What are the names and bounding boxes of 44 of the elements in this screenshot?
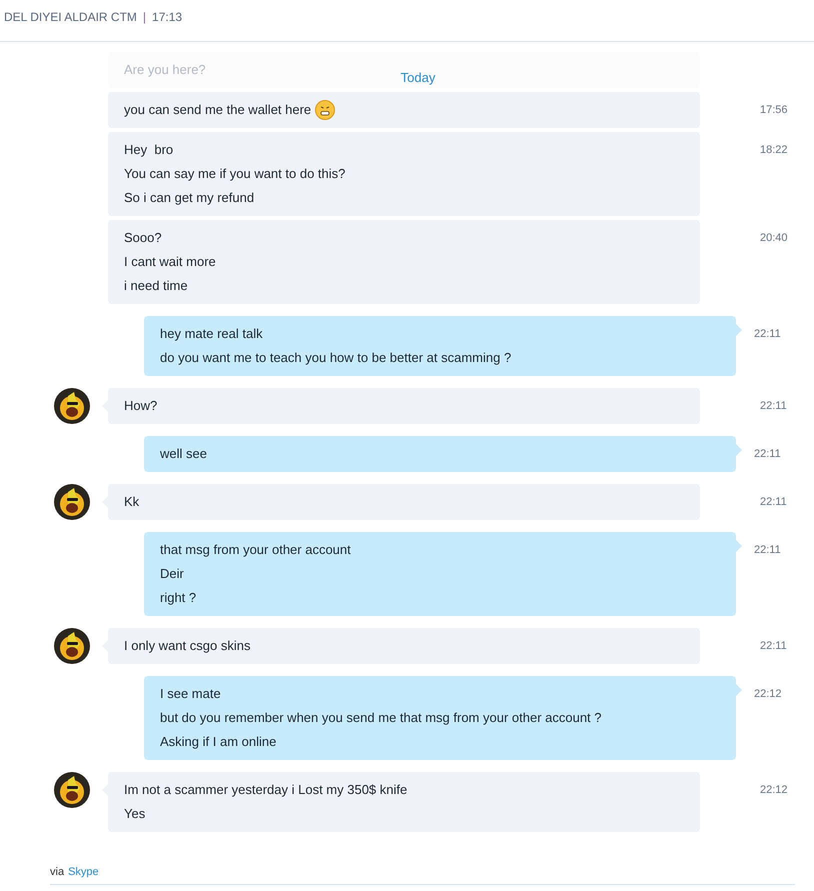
- message-time: 18:22: [760, 143, 788, 158]
- message-time: 22:11: [754, 543, 781, 558]
- message-text: Hey bro: [124, 141, 174, 159]
- message-time: 22:11: [760, 639, 787, 654]
- message-time: 22:12: [754, 687, 782, 702]
- message-text: but do you remember when you send me that msg from your other account ?: [160, 709, 602, 727]
- message-text: right ?: [160, 589, 196, 607]
- message-text: How?: [124, 397, 158, 415]
- message-text: Yes: [124, 805, 146, 823]
- message-time: 17:56: [760, 103, 788, 118]
- avatar: [54, 772, 90, 808]
- worried-face-icon: [315, 100, 336, 120]
- message-text: that msg from your other account: [160, 541, 351, 559]
- skype-link[interactable]: Skype: [68, 864, 99, 880]
- message-text: Sooo?: [124, 229, 162, 247]
- message-time: 22:11: [760, 399, 787, 414]
- message-text: So i can get my refund: [124, 189, 254, 207]
- message-text: hey mate real talk: [160, 325, 263, 343]
- message-time: 22:11: [754, 447, 781, 462]
- via-label: via: [50, 865, 64, 880]
- message-text: Are you here?: [124, 61, 206, 79]
- message-time: 20:40: [760, 231, 788, 246]
- message-time: 22:11: [754, 327, 781, 342]
- message-text: Asking if I am online: [160, 733, 276, 751]
- message-text: do you want me to teach you how to be better at scamming ?: [160, 349, 512, 367]
- message-text: Kk: [124, 493, 140, 511]
- avatar: [54, 628, 90, 664]
- message-text: you can send me the wallet here: [124, 101, 312, 119]
- message-text: I only want csgo skins: [124, 637, 250, 655]
- message-text: Im not a scammer yesterday i Lost my 350$ knife: [124, 781, 408, 799]
- message-text: well see: [160, 445, 207, 463]
- avatar: [54, 388, 90, 424]
- avatar: [54, 484, 90, 520]
- separator: |: [142, 9, 146, 26]
- message-text: Deir: [160, 565, 184, 583]
- message-time: 22:11: [760, 495, 787, 510]
- message-time: 22:12: [760, 783, 788, 798]
- message-text: i need time: [124, 277, 188, 295]
- day-label: Today: [400, 69, 436, 87]
- header-time: 17:13: [152, 9, 182, 26]
- message-text: I cant wait more: [124, 253, 216, 271]
- message-text: I see mate: [160, 685, 221, 703]
- message-text: You can say me if you want to do this?: [124, 165, 346, 183]
- contact-name: DEL DIYEI ALDAIR CTM: [4, 9, 137, 26]
